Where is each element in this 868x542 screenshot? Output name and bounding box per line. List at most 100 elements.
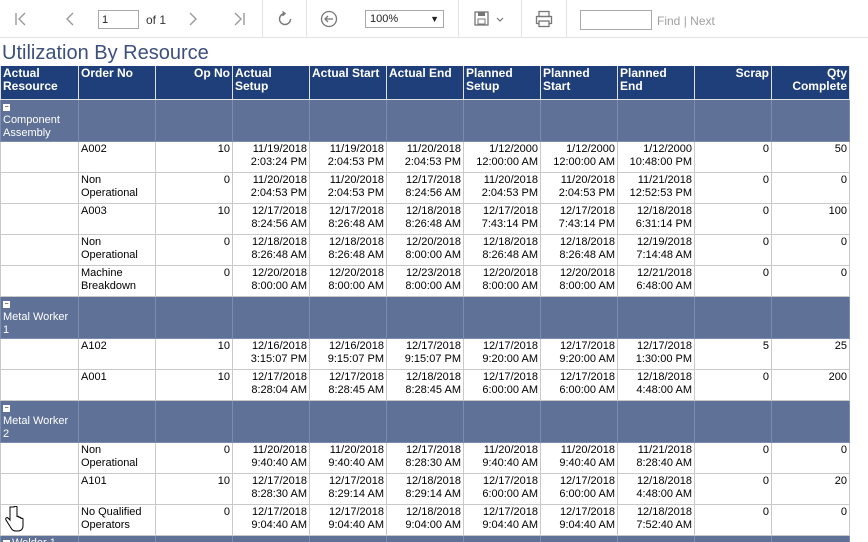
group-cell [540, 98, 618, 142]
expand-toggle-icon[interactable]: − [3, 103, 10, 111]
cell-qty: 0 [771, 264, 850, 297]
cell-a-end: 12/18/2018 8:29:14 AM [386, 472, 464, 505]
cell-p-end: 12/18/2018 6:31:14 PM [617, 202, 695, 235]
group-cell [232, 399, 310, 443]
cell-p-setup: 12/17/2018 9:20:00 AM [463, 337, 541, 370]
find-input[interactable] [580, 10, 652, 30]
cell-scrap: 0 [694, 233, 772, 266]
toolbar-divider [458, 0, 459, 38]
column-header: Actual Start [309, 66, 387, 100]
cell-op: 10 [155, 337, 233, 370]
group-cell [386, 534, 464, 542]
cell-a-setup: 12/18/2018 8:26:48 AM [232, 233, 310, 266]
cell-op: 0 [155, 503, 233, 536]
group-cell [155, 399, 233, 443]
group-cell [309, 534, 387, 542]
group-cell [617, 399, 695, 443]
cell-p-setup: 12/17/2018 6:00:00 AM [463, 472, 541, 505]
cell-a-start: 12/17/2018 8:26:48 AM [309, 202, 387, 235]
cell-order: Non Operational [78, 171, 156, 204]
table-row: No Qualified Operators 0 12/17/2018 9:04:4… [0, 503, 850, 536]
resource-cell [0, 233, 79, 266]
group-label: Component Assembly [3, 113, 60, 139]
save-icon[interactable] [473, 10, 507, 28]
group-cell [463, 98, 541, 142]
page-count-label: of 1 [146, 13, 167, 27]
cell-scrap: 0 [694, 368, 772, 401]
group-cell [694, 399, 772, 443]
resource-cell [0, 337, 79, 370]
cell-qty: 200 [771, 368, 850, 401]
cell-order: A102 [78, 337, 156, 370]
cell-a-start: 12/17/2018 9:04:40 AM [309, 503, 387, 536]
group-label: Metal Worker 1 [3, 310, 69, 336]
cell-scrap: 0 [694, 202, 772, 235]
cell-op: 10 [155, 368, 233, 401]
cell-qty: 0 [771, 441, 850, 474]
cell-a-setup: 11/19/2018 2:03:24 PM [232, 140, 310, 173]
expand-toggle-icon[interactable]: − [3, 404, 10, 412]
last-page-icon[interactable] [230, 10, 248, 28]
column-header: Qty Complete [771, 66, 850, 100]
refresh-icon[interactable] [275, 9, 295, 29]
expand-toggle-icon[interactable]: − [3, 300, 10, 308]
column-header: Planned Setup [463, 66, 541, 100]
group-cell [694, 534, 772, 542]
cell-qty: 100 [771, 202, 850, 235]
cell-p-start: 12/18/2018 8:26:48 AM [540, 233, 618, 266]
table-row: A101 10 12/17/2018 8:28:30 AM 12/17/2018 8:… [0, 472, 850, 505]
cell-op: 10 [155, 140, 233, 173]
cell-a-setup: 12/17/2018 8:28:30 AM [232, 472, 310, 505]
cell-qty: 25 [771, 337, 850, 370]
resource-cell [0, 472, 79, 505]
cell-a-start: 11/20/2018 9:40:40 AM [309, 441, 387, 474]
cell-a-setup: 12/17/2018 8:24:56 AM [232, 202, 310, 235]
next-page-icon[interactable] [184, 10, 202, 28]
cell-qty: 0 [771, 171, 850, 204]
zoom-value: 100% [370, 13, 399, 25]
group-cell [771, 399, 850, 443]
next-link[interactable]: Next [690, 14, 715, 28]
group-row: −Welder 1 [0, 534, 850, 542]
cell-a-setup: 12/17/2018 9:04:40 AM [232, 503, 310, 536]
group-label: Metal Worker 2 [3, 414, 69, 440]
column-header: Actual Resource [0, 66, 79, 100]
prev-page-icon[interactable] [61, 10, 79, 28]
cell-p-start: 11/20/2018 9:40:40 AM [540, 441, 618, 474]
group-cell [78, 534, 156, 542]
cell-a-setup: 12/16/2018 3:15:07 PM [232, 337, 310, 370]
cell-order: Machine Breakdown [78, 264, 156, 297]
back-icon[interactable] [319, 9, 339, 29]
find-links: Find | Next [657, 14, 715, 28]
cell-op: 0 [155, 171, 233, 204]
page-number-input[interactable] [98, 10, 139, 29]
group-cell [78, 399, 156, 443]
first-page-icon[interactable] [12, 10, 30, 28]
group-cell [155, 98, 233, 142]
cell-scrap: 5 [694, 337, 772, 370]
resource-cell [0, 441, 79, 474]
cell-a-end: 12/18/2018 9:04:00 AM [386, 503, 464, 536]
cell-p-start: 12/17/2018 6:00:00 AM [540, 368, 618, 401]
cell-scrap: 0 [694, 472, 772, 505]
group-cell: − Metal Worker 2 [0, 399, 79, 443]
group-cell [463, 534, 541, 542]
cell-qty: 20 [771, 472, 850, 505]
zoom-select[interactable]: 100% ▼ [365, 10, 444, 28]
table-row: A002 10 11/19/2018 2:03:24 PM 11/19/2018 2:… [0, 140, 850, 173]
find-separator: | [683, 14, 687, 28]
print-icon[interactable] [534, 9, 554, 29]
group-cell [694, 98, 772, 142]
group-cell [540, 399, 618, 443]
cell-p-start: 12/17/2018 6:00:00 AM [540, 472, 618, 505]
column-header: Scrap [694, 66, 772, 100]
find-link[interactable]: Find [657, 14, 680, 28]
cell-op: 0 [155, 264, 233, 297]
cell-a-start: 12/17/2018 8:28:45 AM [309, 368, 387, 401]
group-cell [617, 295, 695, 339]
group-cell: − Metal Worker 1 [0, 295, 79, 339]
cell-order: A002 [78, 140, 156, 173]
cell-p-setup: 12/18/2018 8:26:48 AM [463, 233, 541, 266]
cell-a-end: 12/23/2018 8:00:00 AM [386, 264, 464, 297]
cell-a-start: 11/20/2018 2:04:53 PM [309, 171, 387, 204]
